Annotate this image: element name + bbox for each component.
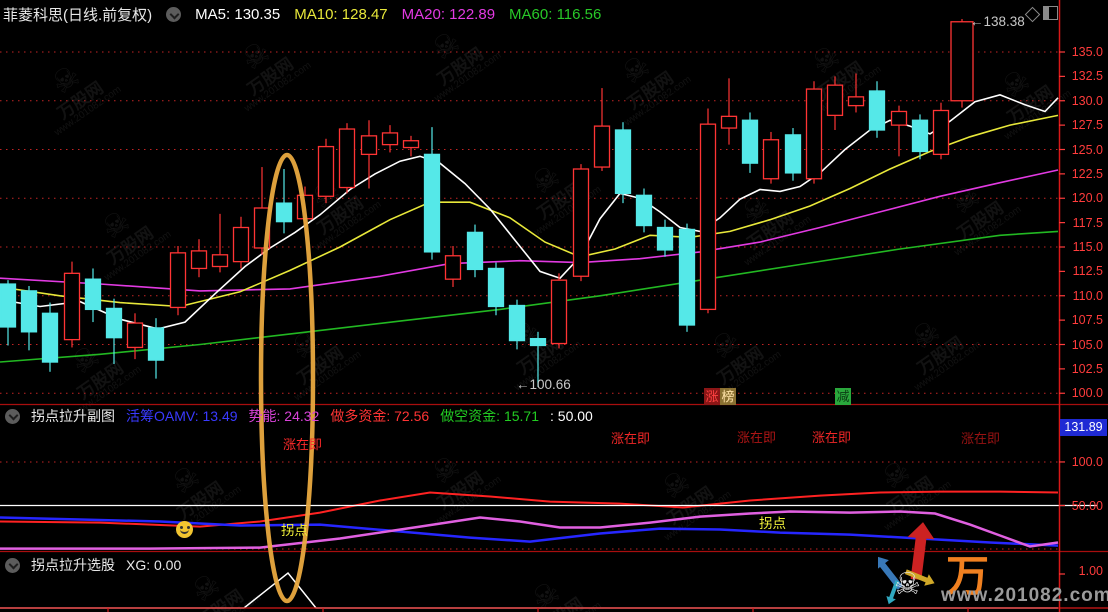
indicator-panel-title[interactable]: 拐点拉升副图 [31, 406, 115, 426]
chevron-down-icon[interactable] [5, 558, 20, 573]
selector-panel-title[interactable]: 拐点拉升选股 [31, 555, 115, 575]
ma5-value: MA5: 130.35 [195, 6, 280, 23]
last-price-badge: 131.89 [1060, 419, 1107, 436]
stock-title[interactable]: 菲菱科思(日线.前复权) [3, 4, 152, 25]
selector-panel-header: 拐点拉升选股 XG: 0.00 [5, 555, 181, 575]
ma20-value: MA20: 122.89 [402, 6, 495, 23]
split-panel-icon[interactable] [1043, 6, 1058, 20]
indicator-panel-header: 拐点拉升副图 活筹OAMV: 13.49 势能: 24.32 做多资金: 72.… [5, 406, 593, 426]
candlestick-chart[interactable] [0, 0, 1108, 612]
xg-value: XG: 0.00 [126, 557, 181, 573]
ma60-value: MA60: 116.56 [509, 6, 601, 23]
chevron-down-icon[interactable] [5, 409, 20, 424]
indicator-chips-value: 活筹OAMV: 13.49 [126, 406, 238, 426]
indicator-bear-funds-value: 做空资金: 15.71 [440, 406, 539, 426]
chevron-down-icon[interactable] [166, 7, 181, 22]
indicator-bull-funds-value: 做多资金: 72.56 [330, 406, 429, 426]
indicator-midline-value: : 50.00 [550, 408, 593, 424]
main-chart-header: 菲菱科思(日线.前复权) MA5: 130.35 MA10: 128.47 MA… [3, 4, 601, 25]
trading-terminal-window: ☠万股网www.201082.com☠万股网www.201082.com☠万股网… [0, 0, 1108, 612]
indicator-momentum-value: 势能: 24.32 [249, 406, 320, 426]
ma10-value: MA10: 128.47 [294, 6, 387, 23]
